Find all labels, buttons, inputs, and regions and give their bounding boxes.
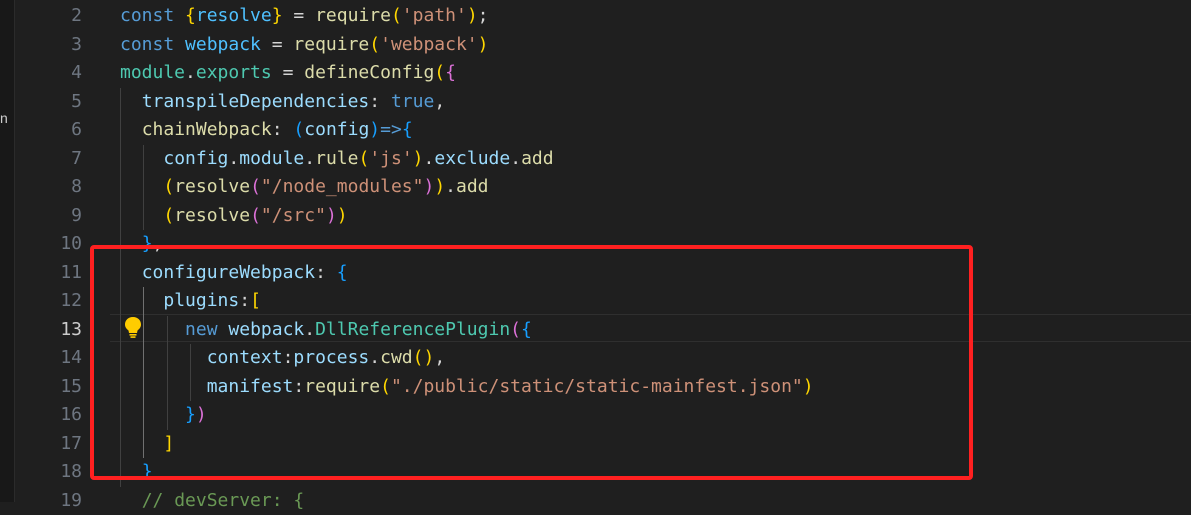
code-token: ( (358, 147, 370, 169)
code-token: defineConfig (304, 62, 435, 83)
code-token: resolve (174, 176, 251, 197)
code-token: config (163, 147, 229, 169)
code-token: resolve (195, 5, 272, 26)
code-token: ( (434, 62, 446, 83)
code-token: . (304, 147, 316, 169)
code-token: require (293, 33, 370, 55)
code-token: ( (390, 5, 402, 26)
code-token: resolve (174, 204, 251, 226)
code-token: add (521, 147, 554, 169)
code-token: ) (369, 119, 381, 140)
code-token: ( (293, 119, 305, 140)
code-token: ( (250, 176, 261, 197)
code-token: require (315, 5, 391, 26)
code-token: { (445, 62, 456, 83)
code-editor[interactable]: n 2 3 4 5 6 7 8 9 10 11 12 13 14 15 16 17 18 19 const {re… (0, 0, 1191, 511)
code-token: ) (477, 33, 489, 55)
indent-guide (143, 144, 145, 230)
code-line[interactable]: const webpack = require('webpack') (120, 31, 489, 59)
code-token: = (271, 62, 305, 83)
code-token: rule (315, 147, 359, 169)
code-token: ) (336, 204, 348, 226)
code-token: . (228, 147, 240, 169)
code-token: transpileDependencies (141, 90, 370, 112)
code-token: => (380, 119, 402, 140)
code-token: ) (325, 204, 337, 226)
code-token: { (185, 5, 196, 26)
code-token: module (120, 62, 186, 83)
code-token: ; (477, 5, 489, 26)
code-line[interactable]: (resolve("/src")) (120, 202, 348, 230)
code-token: ) (412, 147, 424, 169)
code-token: ( (163, 204, 175, 226)
code-token: exclude (434, 147, 511, 169)
code-token: ( (163, 176, 175, 197)
code-token: ) (423, 176, 435, 197)
code-line[interactable]: chainWebpack: (config)=>{ (120, 116, 413, 144)
code-line[interactable]: (resolve("/node_modules")).add (120, 173, 489, 201)
code-token: . (185, 62, 196, 83)
code-token: . (445, 176, 456, 197)
code-token: ( (250, 204, 261, 226)
code-token: 'webpack' (380, 33, 478, 55)
red-highlight-annotation (90, 245, 973, 480)
code-token: true (390, 90, 435, 112)
code-line[interactable]: // devServer: { (120, 487, 305, 515)
code-token: ( (369, 33, 381, 55)
code-token: { (401, 119, 413, 140)
code-line[interactable]: module.exports = defineConfig({ (120, 59, 456, 87)
code-token: ) (434, 176, 446, 197)
code-line[interactable]: const {resolve} = require('path'); (120, 2, 489, 30)
code-line[interactable]: transpileDependencies: true, (120, 88, 445, 116)
code-token: const (120, 5, 175, 26)
code-token: 'js' (369, 147, 413, 169)
code-token: . (510, 147, 522, 169)
code-token: = (260, 33, 294, 55)
code-token: "/node_modules" (260, 176, 424, 197)
code-token: add (456, 176, 489, 197)
code-token: // devServer: { (141, 489, 305, 511)
code-line[interactable]: config.module.rule('js').exclude.add (120, 145, 554, 173)
code-token: = (282, 5, 316, 26)
code-token: chainWebpack (141, 119, 272, 140)
code-token: config (304, 119, 370, 140)
code-token: } (271, 5, 283, 26)
code-token: webpack (185, 33, 261, 55)
code-token: : (369, 90, 391, 112)
code-token: module (239, 147, 305, 169)
code-token: : (271, 119, 294, 140)
code-token: "/src" (260, 204, 326, 226)
code-token: exports (195, 62, 272, 83)
code-token: const (120, 33, 175, 55)
code-token: , (434, 90, 446, 112)
code-token: 'path' (401, 5, 467, 26)
code-token: . (423, 147, 435, 169)
code-token: ) (466, 5, 478, 26)
